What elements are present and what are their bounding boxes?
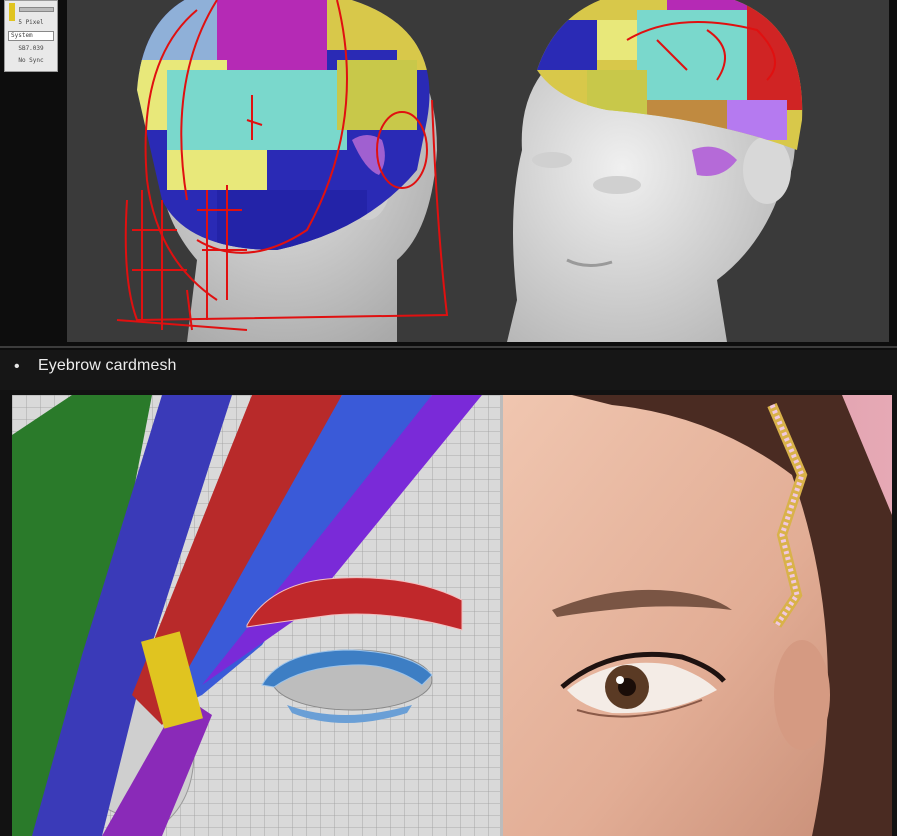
wireframe-half bbox=[12, 395, 502, 836]
head-front-view bbox=[507, 0, 803, 342]
value-readout: SB7.039 bbox=[18, 45, 44, 52]
head-back-view bbox=[116, 0, 449, 342]
split-line bbox=[500, 395, 503, 836]
head-render bbox=[116, 0, 803, 342]
section-divider bbox=[0, 346, 897, 348]
eyebrow-comparison-render bbox=[12, 395, 892, 836]
eyebrow-comparison-viewport[interactable] bbox=[12, 395, 892, 836]
mode-select[interactable]: System bbox=[8, 31, 54, 41]
head-viewport[interactable] bbox=[67, 0, 889, 342]
top-slide-area: 5 Pixel System SB7.039 No Sync bbox=[0, 0, 897, 350]
size-slider[interactable] bbox=[19, 7, 54, 12]
pixel-label: 5 Pixel bbox=[18, 19, 44, 26]
photo-half bbox=[503, 395, 892, 836]
section-title: Eyebrow cardmesh bbox=[38, 357, 177, 374]
tool-options-panel: 5 Pixel System SB7.039 No Sync bbox=[4, 0, 58, 72]
status-label: No Sync bbox=[18, 57, 44, 64]
bullet-dot-icon: • bbox=[14, 358, 20, 375]
